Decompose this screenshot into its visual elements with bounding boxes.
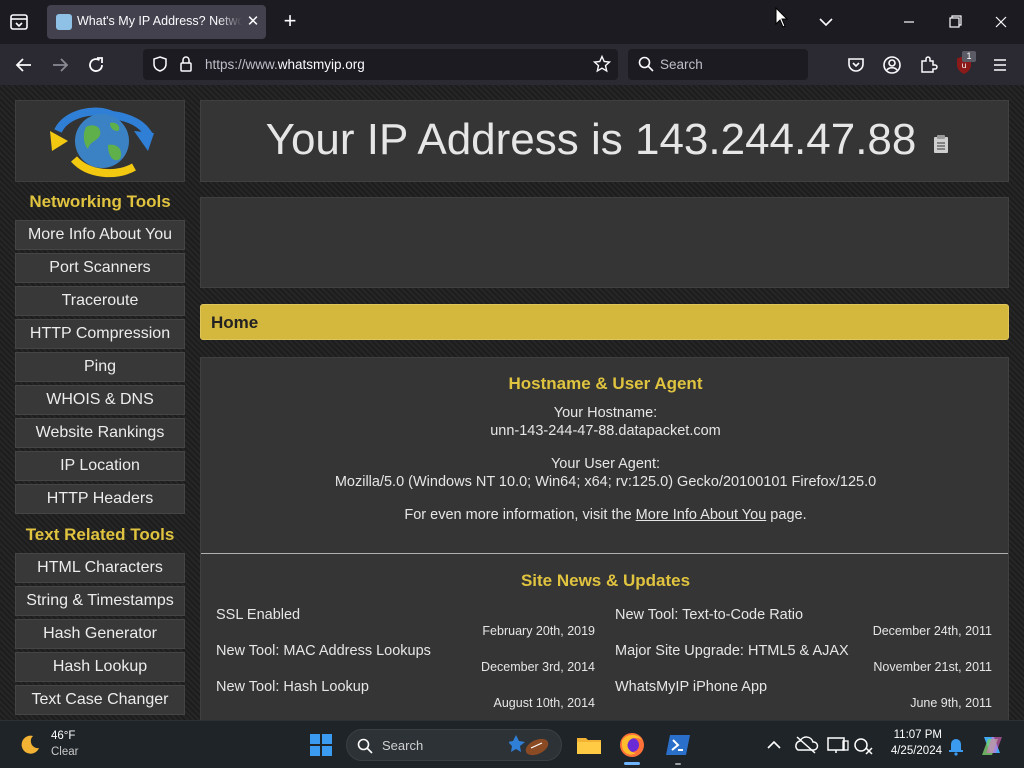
sidebar-item-html-characters[interactable]: HTML Characters xyxy=(15,553,185,583)
sidebar-item-website-rankings[interactable]: Website Rankings xyxy=(15,418,185,448)
sidebar-item-string-timestamps[interactable]: String & Timestamps xyxy=(15,586,185,616)
site-favicon-icon xyxy=(56,14,72,30)
windows-taskbar: 46°F Clear Search 11:07 PM 4/25/2024 xyxy=(0,720,1024,768)
sidebar-item-hash-lookup[interactable]: Hash Lookup xyxy=(15,652,185,682)
web-page: Networking Tools More Info About You Por… xyxy=(0,85,1024,720)
pocket-icon[interactable] xyxy=(844,53,868,77)
search-highlight-football-icon xyxy=(508,733,553,764)
notification-bell-icon[interactable] xyxy=(942,731,970,759)
text-tools-heading: Text Related Tools xyxy=(25,525,175,544)
clock-time[interactable]: 11:07 PM xyxy=(880,729,942,741)
sidebar-item-http-compression[interactable]: HTTP Compression xyxy=(15,319,185,349)
tab-list-icon[interactable] xyxy=(8,11,30,33)
shield-icon[interactable] xyxy=(151,55,169,78)
sidebar-item-traceroute[interactable]: Traceroute xyxy=(15,286,185,316)
onedrive-cloud-icon[interactable] xyxy=(792,731,820,759)
tab-title: What's My IP Address? Network xyxy=(77,14,242,32)
weather-temperature[interactable]: 46°F xyxy=(51,730,75,742)
info-panel: Hostname & User Agent Your Hostname: unn… xyxy=(200,357,1009,720)
taskbar-search-placeholder: Search xyxy=(382,738,424,753)
useragent-value: Mozilla/5.0 (Windows NT 10.0; Win64; x64… xyxy=(334,474,877,490)
sidebar-item-port-scanners[interactable]: Port Scanners xyxy=(15,253,185,283)
sidebar-item-ip-location[interactable]: IP Location xyxy=(15,451,185,481)
more-info-link[interactable]: More Info About You xyxy=(636,507,767,523)
extensions-puzzle-icon[interactable] xyxy=(916,53,940,77)
network-status-icon[interactable] xyxy=(850,731,878,759)
list-all-tabs-chevron-icon[interactable] xyxy=(811,8,841,36)
news-item-title[interactable]: New Tool: Hash Lookup xyxy=(216,679,369,695)
browser-nav-bar: https://www.whatsmyip.org Search u xyxy=(0,44,1024,85)
svg-text:u: u xyxy=(961,61,966,70)
taskbar-search-box[interactable]: Search xyxy=(346,729,562,761)
url-text[interactable]: https://www.whatsmyip.org xyxy=(205,57,365,72)
news-item-date: August 10th, 2014 xyxy=(493,696,595,710)
firefox-icon[interactable] xyxy=(618,731,646,759)
hostname-value: unn-143-244-47-88.datapacket.com xyxy=(490,423,721,439)
clipboard-copy-icon[interactable] xyxy=(932,134,950,154)
news-item-date: November 21st, 2011 xyxy=(873,660,992,674)
search-bar[interactable]: Search xyxy=(628,49,808,80)
news-heading: Site News & Updates xyxy=(520,571,691,590)
file-explorer-icon[interactable] xyxy=(575,731,603,759)
new-tab-plus-icon[interactable]: + xyxy=(278,10,302,34)
account-icon[interactable] xyxy=(880,53,904,77)
forward-arrow-icon[interactable] xyxy=(48,53,72,77)
taskbar-search-icon xyxy=(357,738,373,759)
search-placeholder: Search xyxy=(660,57,703,72)
useragent-label: Your User Agent: xyxy=(550,456,661,472)
sidebar-item-more-info[interactable]: More Info About You xyxy=(15,220,185,250)
section-divider xyxy=(201,553,1008,554)
news-item-date: February 20th, 2019 xyxy=(482,624,595,638)
mouse-cursor-icon xyxy=(775,6,789,29)
networking-tools-heading: Networking Tools xyxy=(29,192,171,211)
extension-badge: 1 xyxy=(962,51,976,62)
restore-icon[interactable] xyxy=(940,8,970,36)
hostname-heading: Hostname & User Agent xyxy=(508,374,703,393)
display-icon[interactable] xyxy=(824,731,852,759)
news-item-title[interactable]: New Tool: Text-to-Code Ratio xyxy=(615,607,803,623)
close-window-icon[interactable] xyxy=(986,8,1016,36)
news-item-title[interactable]: SSL Enabled xyxy=(216,607,300,623)
ip-address-banner: Your IP Address is 143.244.47.88 xyxy=(200,100,1009,182)
site-logo[interactable] xyxy=(15,100,185,182)
ad-placeholder xyxy=(200,197,1009,288)
news-item-title[interactable]: New Tool: MAC Address Lookups xyxy=(216,643,431,659)
running-app-indicator xyxy=(675,763,681,765)
weather-condition[interactable]: Clear xyxy=(51,746,78,758)
browser-tab-bar: What's My IP Address? Network ✕ + xyxy=(0,0,1024,44)
powershell-icon[interactable] xyxy=(664,731,692,759)
menu-hamburger-icon[interactable] xyxy=(988,53,1012,77)
reload-icon[interactable] xyxy=(84,53,108,77)
news-item-title[interactable]: WhatsMyIP iPhone App xyxy=(615,679,767,695)
sidebar-item-whois-dns[interactable]: WHOIS & DNS xyxy=(15,385,185,415)
active-app-indicator xyxy=(624,762,640,765)
copilot-icon[interactable] xyxy=(978,731,1006,759)
news-item-date: December 24th, 2011 xyxy=(872,624,992,638)
show-hidden-icons-chevron-icon[interactable] xyxy=(760,731,788,759)
weather-moon-icon[interactable] xyxy=(18,733,42,762)
bookmark-star-icon[interactable] xyxy=(592,54,612,78)
windows-start-icon[interactable] xyxy=(307,731,335,759)
clock-date[interactable]: 4/25/2024 xyxy=(880,745,942,757)
search-icon xyxy=(638,56,654,77)
ip-address-text: Your IP Address is 143.244.47.88 xyxy=(265,115,917,164)
active-tab[interactable]: What's My IP Address? Network ✕ xyxy=(47,5,266,39)
hostname-label: Your Hostname: xyxy=(553,405,658,421)
minimize-icon[interactable] xyxy=(894,8,924,36)
sidebar-item-http-headers[interactable]: HTTP Headers xyxy=(15,484,185,514)
address-bar[interactable]: https://www.whatsmyip.org xyxy=(143,49,618,80)
lock-icon[interactable] xyxy=(178,55,194,78)
sidebar-item-text-case-changer[interactable]: Text Case Changer xyxy=(15,685,185,715)
home-breadcrumb[interactable]: Home xyxy=(211,313,258,333)
more-info-line: For even more information, visit the Mor… xyxy=(404,507,807,523)
tab-close-icon[interactable]: ✕ xyxy=(244,12,262,32)
news-item-date: June 9th, 2011 xyxy=(910,696,992,710)
news-item-title[interactable]: Major Site Upgrade: HTML5 & AJAX xyxy=(615,643,849,659)
sidebar-item-ping[interactable]: Ping xyxy=(15,352,185,382)
sidebar-item-hash-generator[interactable]: Hash Generator xyxy=(15,619,185,649)
globe-logo-icon xyxy=(50,107,154,178)
back-arrow-icon[interactable] xyxy=(12,53,36,77)
breadcrumb-home-bar: Home xyxy=(200,304,1009,340)
news-item-date: December 3rd, 2014 xyxy=(481,660,595,674)
